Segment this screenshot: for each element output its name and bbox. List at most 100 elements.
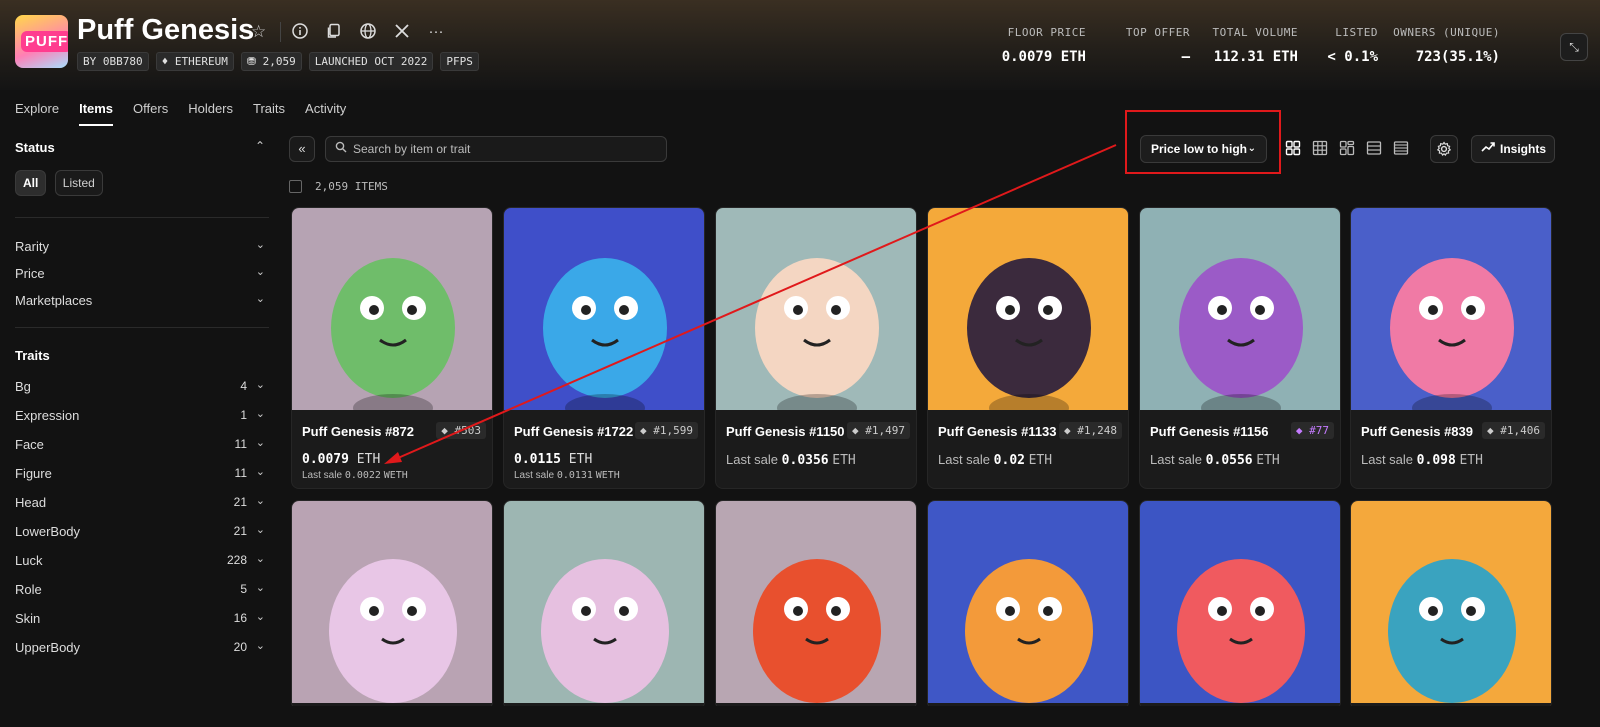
item-image[interactable] [292,501,493,703]
last-sale-prefix: Last sale [1150,452,1203,467]
settings-button[interactable] [1430,135,1458,163]
item-image[interactable] [928,208,1129,410]
item-name: Puff Genesis #1156 [1150,424,1269,439]
filter-label: Rarity [15,239,49,254]
item-name: Puff Genesis #1133 [938,424,1057,439]
item-image[interactable] [504,501,705,703]
trait-name: UpperBody [15,640,81,655]
item-image[interactable] [1351,208,1552,410]
item-last-sale: Last sale 0.0131 WETH [514,470,620,481]
item-card[interactable] [927,500,1129,710]
rank-value: #77 [1309,424,1329,437]
trait-expression[interactable]: Expression 1 ⌄ [15,408,269,423]
trait-lowerbody[interactable]: LowerBody 21 ⌄ [15,524,269,539]
insights-button[interactable]: Insights [1471,135,1555,163]
item-image[interactable] [1351,501,1552,703]
item-card[interactable]: Puff Genesis #1722 ◆ #1,599 0.0115 ETH L… [503,207,705,489]
trait-figure[interactable]: Figure 11 ⌄ [15,466,269,481]
status-section-header[interactable]: Status ⌃ [15,139,269,155]
stat-label: FLOOR PRICE [1007,26,1086,39]
item-image[interactable] [928,501,1129,703]
tab-explore[interactable]: Explore [15,101,59,126]
status-pill-all[interactable]: All [15,170,47,196]
sort-dropdown[interactable]: Price low to high ⌄ [1140,135,1267,163]
price-currency: ETH [568,452,593,467]
stat-top-offer: TOP OFFER – [1086,26,1190,65]
item-image[interactable] [1140,501,1341,703]
chevron-down-icon: ⌄ [255,553,265,565]
copy-icon[interactable] [324,22,344,42]
globe-icon[interactable] [358,22,378,42]
collapse-sidebar-button[interactable]: « [289,136,315,162]
item-image[interactable] [1140,208,1341,410]
trait-role[interactable]: Role 5 ⌄ [15,582,269,597]
stat-value: 723(35.1%) [1415,49,1500,65]
info-icon[interactable] [290,22,310,42]
trait-skin[interactable]: Skin 16 ⌄ [15,611,269,626]
item-card[interactable] [503,500,705,710]
trait-upperbody[interactable]: UpperBody 20 ⌄ [15,640,269,655]
stat-label: TOTAL VOLUME [1212,26,1298,39]
last-sale-currency: ETH [1256,453,1280,468]
grid-small-view-icon[interactable] [1312,140,1328,156]
table-view-icon[interactable] [1393,140,1409,156]
tab-offers[interactable]: Offers [133,101,168,126]
item-card[interactable] [291,500,493,710]
sort-label: Price low to high [1151,142,1248,156]
trait-head[interactable]: Head 21 ⌄ [15,495,269,510]
chevron-down-icon: ⌄ [255,379,265,391]
tab-holders[interactable]: Holders [188,101,233,126]
item-info: Puff Genesis #1156 ◆ #77 Last sale 0.055… [1140,410,1340,488]
trait-count: 11 [234,466,247,480]
tag-launched: LAUNCHED OCT 2022 [308,52,434,71]
grid-large-view-icon[interactable] [1285,140,1301,156]
item-card[interactable]: Puff Genesis #1133 ◆ #1,248 Last sale 0.… [927,207,1129,489]
mosaic-view-icon[interactable] [1339,140,1355,156]
item-image[interactable] [716,501,917,703]
tag-category[interactable]: PFPS [440,52,479,71]
stat-value: 112.31 ETH [1213,49,1298,65]
status-pill-listed[interactable]: Listed [54,170,103,196]
search-input[interactable] [353,140,653,158]
price-value: 0.0115 [514,452,561,467]
trait-bg[interactable]: Bg 4 ⌄ [15,379,269,394]
item-card[interactable] [1139,500,1341,710]
tag-creator[interactable]: BY 0BB780 [77,52,149,71]
last-sale-value: 0.0131 [556,470,593,481]
filter-marketplaces[interactable]: Marketplaces ⌄ [15,293,269,308]
rarity-rank: ◆ #503 [436,422,486,439]
item-image[interactable] [716,208,917,410]
tab-traits[interactable]: Traits [253,101,285,126]
chevron-down-icon: ⌄ [255,495,265,507]
item-card[interactable]: Puff Genesis #839 ◆ #1,406 Last sale 0.0… [1350,207,1552,489]
diamond-icon: ◆ [1064,424,1071,437]
filter-price[interactable]: Price ⌄ [15,266,269,281]
last-sale-prefix: Last sale [1361,452,1414,467]
rank-value: #1,599 [653,424,693,437]
item-image[interactable] [292,208,493,410]
item-name: Puff Genesis #839 [1361,424,1473,439]
last-sale-prefix: Last sale [302,470,343,481]
item-card[interactable] [715,500,917,710]
item-card[interactable] [1350,500,1552,710]
stat-label: OWNERS (UNIQUE) [1393,26,1500,39]
last-sale-value: 0.098 [1416,453,1456,468]
trait-luck[interactable]: Luck 228 ⌄ [15,553,269,568]
collapse-header-icon[interactable]: ⤡ [1560,33,1588,61]
more-icon[interactable]: ··· [426,22,446,42]
x-icon[interactable] [392,22,412,42]
item-card[interactable]: Puff Genesis #1156 ◆ #77 Last sale 0.055… [1139,207,1341,489]
item-last-sale: Last sale 0.098 ETH [1361,452,1483,468]
item-image[interactable] [504,208,705,410]
item-card[interactable]: Puff Genesis #1150 ◆ #1,497 Last sale 0.… [715,207,917,489]
tab-activity[interactable]: Activity [305,101,346,126]
tab-items[interactable]: Items [79,101,114,126]
item-card[interactable]: Puff Genesis #872 ◆ #503 0.0079 ETH Last… [291,207,493,489]
item-info: Puff Genesis #1150 ◆ #1,497 Last sale 0.… [716,410,916,488]
trait-face[interactable]: Face 11 ⌄ [15,437,269,452]
list-view-icon[interactable] [1366,140,1382,156]
item-name: Puff Genesis #872 [302,424,414,439]
select-all-checkbox[interactable] [289,180,302,193]
filter-rarity[interactable]: Rarity ⌄ [15,239,269,254]
star-icon[interactable]: ☆ [251,22,266,42]
